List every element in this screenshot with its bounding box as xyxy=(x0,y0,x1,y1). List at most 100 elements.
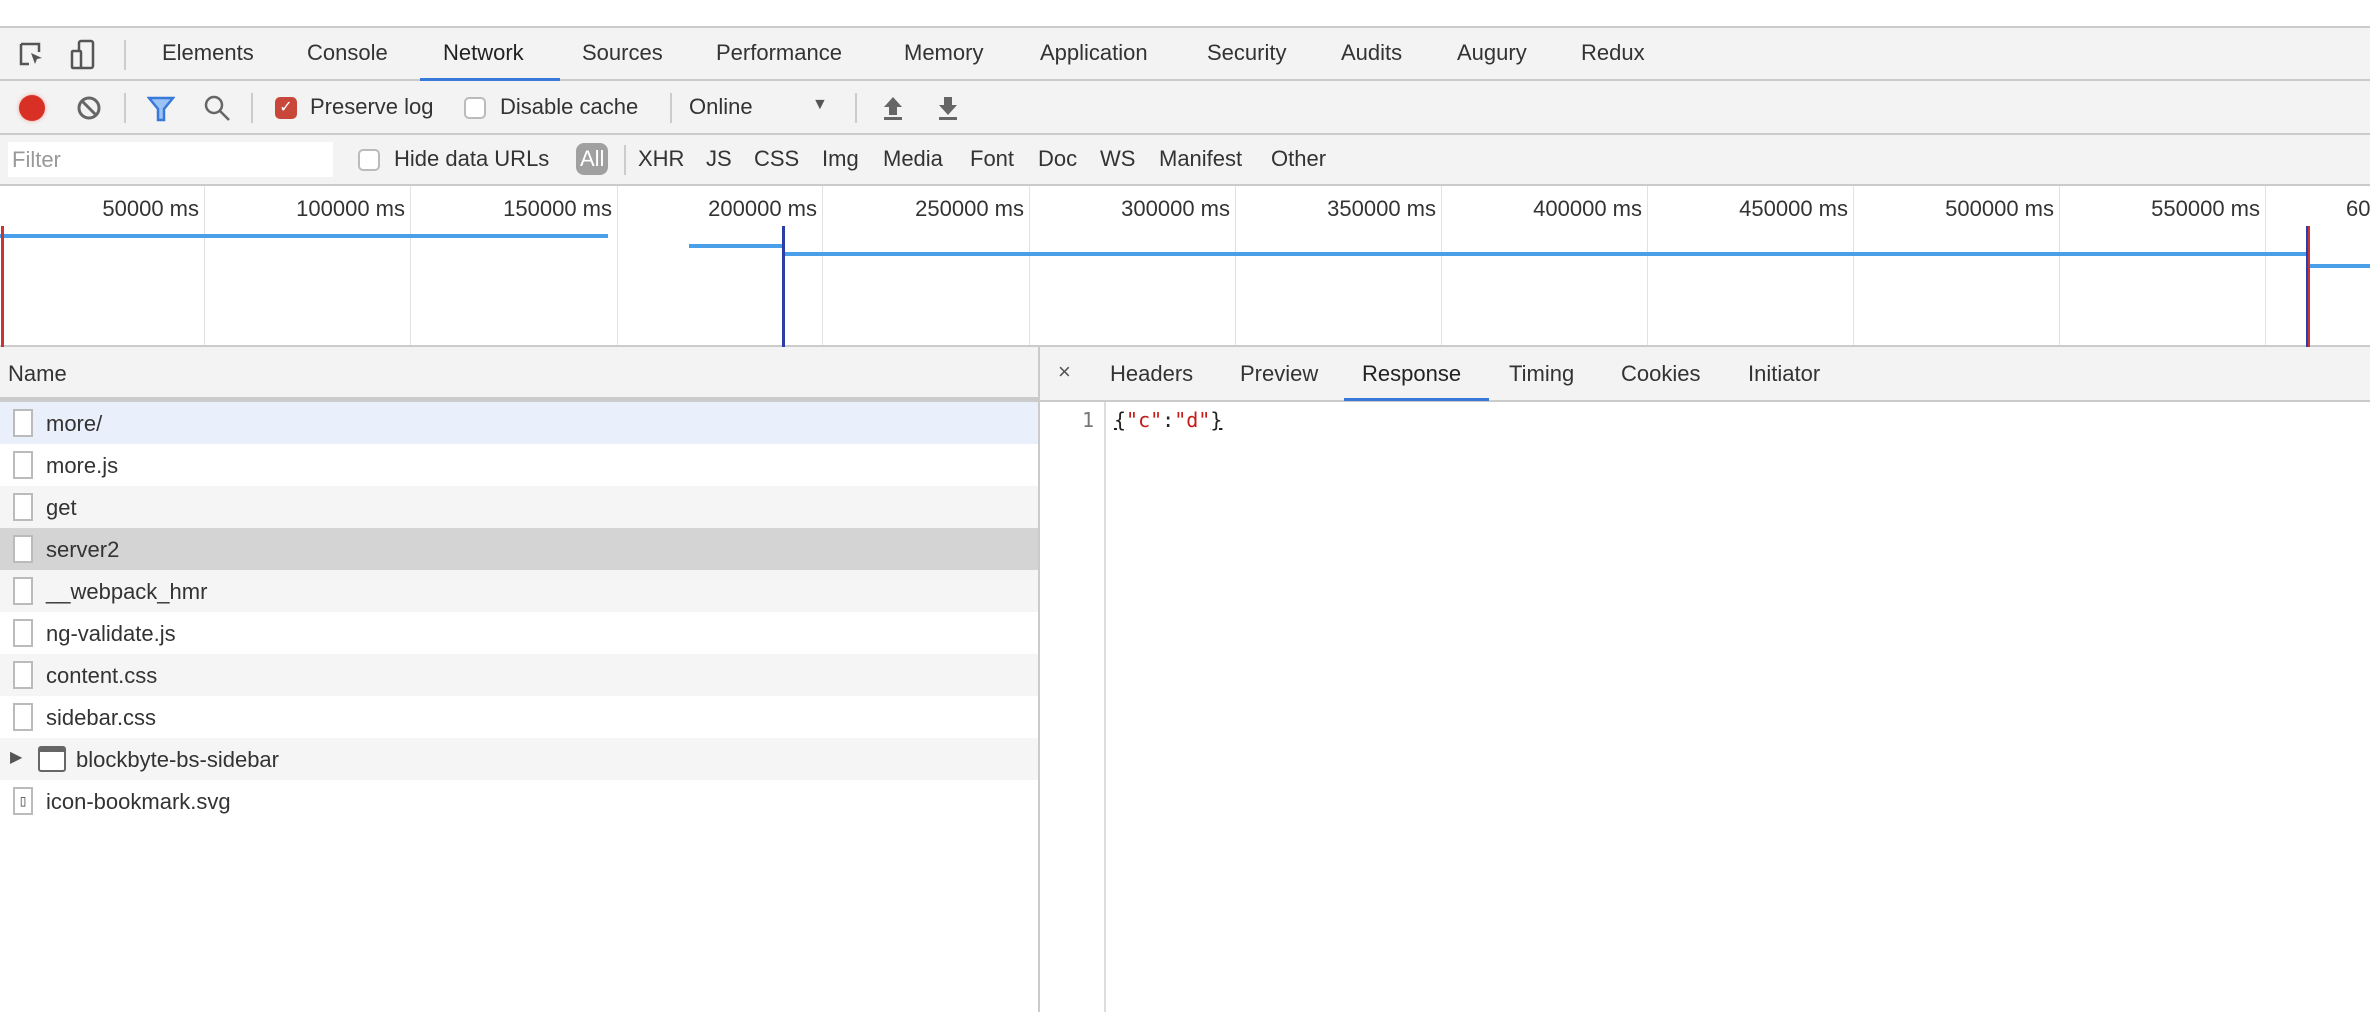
throttling-value: Online xyxy=(689,94,753,119)
tab-console[interactable]: Console xyxy=(307,40,388,66)
filter-type-all[interactable]: All xyxy=(576,143,609,175)
request-row[interactable]: more/ xyxy=(0,402,1038,444)
filter-type-media[interactable]: Media xyxy=(883,146,943,172)
device-toolbar-icon[interactable] xyxy=(70,39,96,71)
gridline xyxy=(2059,186,2060,345)
file-icon xyxy=(13,703,33,731)
timeline-label: 200000 ms xyxy=(708,196,817,221)
inspect-element-icon[interactable] xyxy=(18,41,46,69)
frame-icon xyxy=(38,746,66,772)
tab-initiator[interactable]: Initiator xyxy=(1748,361,1820,387)
line-number: 1 xyxy=(1040,402,1106,1012)
import-har-icon[interactable] xyxy=(881,95,905,121)
load-marker xyxy=(1,226,4,347)
json-value: "d" xyxy=(1174,408,1211,432)
throttling-select[interactable]: Online ▼ xyxy=(680,89,840,127)
gridline xyxy=(410,186,411,345)
request-row[interactable]: content.css xyxy=(0,654,1038,696)
filter-type-doc[interactable]: Doc xyxy=(1038,146,1077,172)
timeline-label: 150000 ms xyxy=(503,196,612,221)
tab-elements[interactable]: Elements xyxy=(162,40,254,66)
divider xyxy=(855,93,857,123)
request-name: __webpack_hmr xyxy=(46,579,208,604)
filter-type-manifest[interactable]: Manifest xyxy=(1159,146,1242,172)
divider xyxy=(624,145,626,175)
panel-tabs-bar: Elements Console Network Sources Perform… xyxy=(0,26,2370,81)
script-icon xyxy=(13,451,33,479)
gridline xyxy=(1853,186,1854,345)
expand-arrow-icon[interactable]: ▶ xyxy=(10,747,22,767)
tab-augury[interactable]: Augury xyxy=(1457,40,1527,66)
hide-data-urls-checkbox[interactable] xyxy=(358,149,380,171)
file-icon xyxy=(13,577,33,605)
search-icon[interactable] xyxy=(203,94,231,122)
request-row-selected[interactable]: server2 xyxy=(0,528,1038,570)
request-row[interactable]: more.js xyxy=(0,444,1038,486)
clear-icon[interactable] xyxy=(76,95,102,121)
divider xyxy=(124,40,126,70)
disable-cache-checkbox[interactable] xyxy=(464,97,486,119)
filter-type-other[interactable]: Other xyxy=(1271,146,1326,172)
preserve-log-label[interactable]: Preserve log xyxy=(310,94,434,120)
tab-network[interactable]: Network xyxy=(443,40,524,66)
request-name: ng-validate.js xyxy=(46,621,176,646)
close-detail-icon[interactable]: × xyxy=(1058,359,1071,385)
tab-redux[interactable]: Redux xyxy=(1581,40,1645,66)
file-icon xyxy=(13,493,33,521)
filter-type-font[interactable]: Font xyxy=(970,146,1014,172)
tab-response[interactable]: Response xyxy=(1362,361,1461,387)
export-har-icon[interactable] xyxy=(936,95,960,121)
timeline-label: 250000 ms xyxy=(915,196,1024,221)
response-viewer[interactable]: 1 {"c":"d"} xyxy=(1038,402,2370,1012)
dropdown-arrow-icon: ▼ xyxy=(812,96,828,113)
request-bar xyxy=(2308,264,2370,268)
tab-preview[interactable]: Preview xyxy=(1240,361,1318,387)
tab-headers[interactable]: Headers xyxy=(1110,361,1193,387)
request-name: blockbyte-bs-sidebar xyxy=(76,747,279,772)
preserve-log-checkbox[interactable]: ✓ xyxy=(275,97,297,119)
filter-type-xhr[interactable]: XHR xyxy=(638,146,684,172)
request-row[interactable]: ng-validate.js xyxy=(0,612,1038,654)
tab-application[interactable]: Application xyxy=(1040,40,1148,66)
request-name: get xyxy=(46,495,77,520)
timeline-label: 60 xyxy=(2346,196,2370,221)
request-row[interactable]: ▯ icon-bookmark.svg xyxy=(0,780,1038,822)
disable-cache-label[interactable]: Disable cache xyxy=(500,94,638,120)
request-row[interactable]: sidebar.css xyxy=(0,696,1038,738)
filter-input[interactable] xyxy=(8,142,333,177)
filter-type-ws[interactable]: WS xyxy=(1100,146,1135,172)
request-name: more.js xyxy=(46,453,119,478)
gridline xyxy=(822,186,823,345)
record-button[interactable] xyxy=(19,95,45,121)
divider xyxy=(124,93,126,123)
filter-icon[interactable] xyxy=(147,95,175,123)
filter-type-js[interactable]: JS xyxy=(706,146,732,172)
name-column-header[interactable]: Name xyxy=(0,347,1038,402)
tab-sources[interactable]: Sources xyxy=(582,40,663,66)
gridline xyxy=(204,186,205,345)
image-icon: ▯ xyxy=(13,787,33,815)
tab-audits[interactable]: Audits xyxy=(1341,40,1402,66)
timeline-label: 100000 ms xyxy=(296,196,405,221)
name-header-label: Name xyxy=(8,361,67,386)
tab-cookies[interactable]: Cookies xyxy=(1621,361,1700,387)
filter-type-img[interactable]: Img xyxy=(822,146,859,172)
tab-security[interactable]: Security xyxy=(1207,40,1286,66)
request-row[interactable]: get xyxy=(0,486,1038,528)
timeline-label: 350000 ms xyxy=(1327,196,1436,221)
overview-timeline[interactable]: 50000 ms 100000 ms 150000 ms 200000 ms 2… xyxy=(0,186,2370,347)
request-row[interactable]: __webpack_hmr xyxy=(0,570,1038,612)
request-row[interactable]: ▶ blockbyte-bs-sidebar xyxy=(0,738,1038,780)
filter-type-css[interactable]: CSS xyxy=(754,146,799,172)
brace-close: } xyxy=(1210,408,1223,432)
hide-data-urls-label[interactable]: Hide data URLs xyxy=(394,146,549,172)
tab-memory[interactable]: Memory xyxy=(904,40,983,66)
brace-open: { xyxy=(1114,408,1127,432)
request-name: server2 xyxy=(46,537,120,562)
file-icon xyxy=(13,535,33,563)
filter-bar: Hide data URLs All XHR JS CSS Img Media … xyxy=(0,135,2370,186)
tab-timing[interactable]: Timing xyxy=(1509,361,1574,387)
tab-performance[interactable]: Performance xyxy=(716,40,842,66)
script-icon xyxy=(13,619,33,647)
timeline-label: 400000 ms xyxy=(1533,196,1642,221)
